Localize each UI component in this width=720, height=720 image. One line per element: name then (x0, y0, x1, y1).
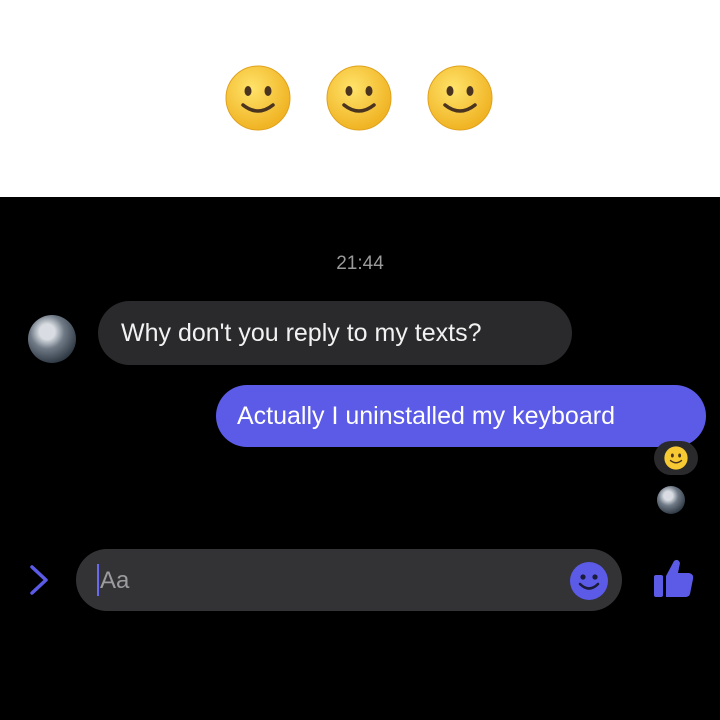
smiley-icon[interactable] (569, 561, 609, 601)
contact-avatar[interactable] (28, 315, 76, 363)
text-caret (97, 564, 99, 596)
smiling-face-emoji-icon (225, 65, 291, 131)
message-input[interactable]: Aa (76, 549, 622, 611)
chevron-right-icon[interactable] (25, 563, 53, 597)
smiling-face-emoji-icon (427, 65, 493, 131)
message-text: Actually I uninstalled my keyboard (237, 401, 615, 430)
read-receipt-avatar (657, 486, 685, 514)
chat-thread: 21:44 Why don't you reply to my texts? A… (0, 197, 720, 720)
outgoing-message-bubble[interactable]: Actually I uninstalled my keyboard (216, 385, 706, 447)
message-text: Why don't you reply to my texts? (121, 318, 482, 347)
emoji-row (225, 65, 495, 131)
smiling-face-emoji-icon (326, 65, 392, 131)
message-reaction[interactable] (654, 441, 698, 475)
message-timestamp: 21:44 (336, 253, 384, 274)
message-input-placeholder: Aa (100, 567, 130, 594)
thumbs-up-icon[interactable] (650, 555, 696, 601)
incoming-message-bubble[interactable]: Why don't you reply to my texts? (98, 301, 572, 365)
caption-panel (0, 0, 720, 197)
smiling-face-reaction-icon (664, 446, 688, 470)
